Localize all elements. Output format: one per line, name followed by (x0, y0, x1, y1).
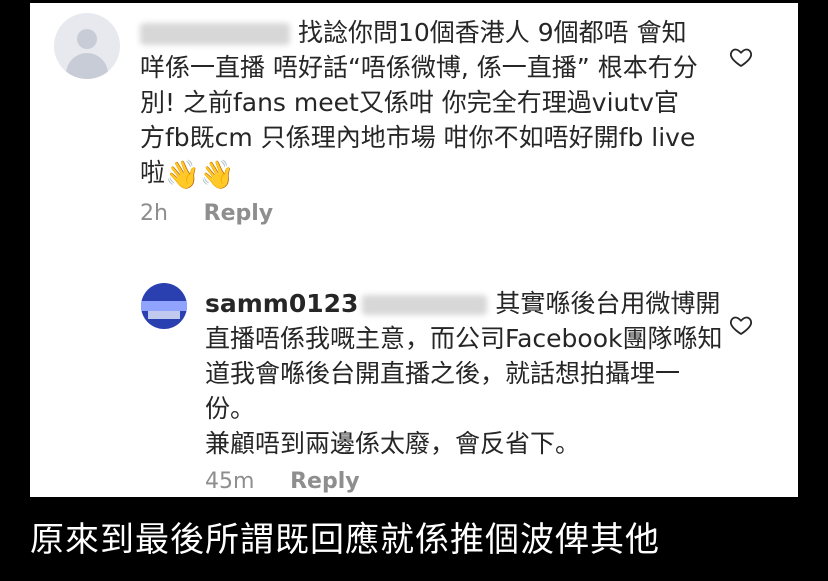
comment-2: samm0123 其實喺後台用微博開直播唔係我嘅主意，而公司Facebook團隊… (30, 273, 798, 497)
comments-panel: 找諗你問10個香港人 9個都唔 會知咩係一直播 唔好話“唔係微博, 係一直播” … (30, 3, 798, 497)
waving-hand-emoji-icon: 👋👋 (165, 158, 235, 191)
heart-icon[interactable] (729, 45, 753, 69)
blurred-username (140, 23, 290, 45)
comment-1: 找諗你問10個香港人 9個都唔 會知咩係一直播 唔好話“唔係微博, 係一直播” … (30, 3, 798, 243)
reply-button[interactable]: Reply (290, 469, 360, 494)
heart-icon[interactable] (729, 313, 753, 337)
blurred-username (362, 295, 488, 315)
reply-button[interactable]: Reply (204, 201, 274, 226)
comment-timestamp: 45m (205, 469, 255, 494)
comment-meta: 45m Reply (205, 469, 360, 494)
comment-username[interactable]: samm0123 (205, 289, 358, 318)
comment-timestamp: 2h (140, 201, 168, 226)
avatar[interactable] (54, 13, 120, 79)
comment-meta: 2h Reply (140, 201, 273, 226)
comment-text: 找諗你問10個香港人 9個都唔 會知咩係一直播 唔好話“唔係微博, 係一直播” … (140, 15, 700, 190)
image-caption: 原來到最後所謂既回應就係推個波俾其他 (30, 520, 660, 560)
comment-text-line1: 其實喺後台 (495, 289, 621, 318)
default-avatar-icon (77, 29, 97, 49)
avatar[interactable] (141, 283, 187, 329)
comment-text-line1: 找諗你問10個香港人 9個都唔 (297, 18, 629, 47)
comment-text: samm0123 其實喺後台用微博開直播唔係我嘅主意，而公司Facebook團隊… (205, 286, 725, 461)
